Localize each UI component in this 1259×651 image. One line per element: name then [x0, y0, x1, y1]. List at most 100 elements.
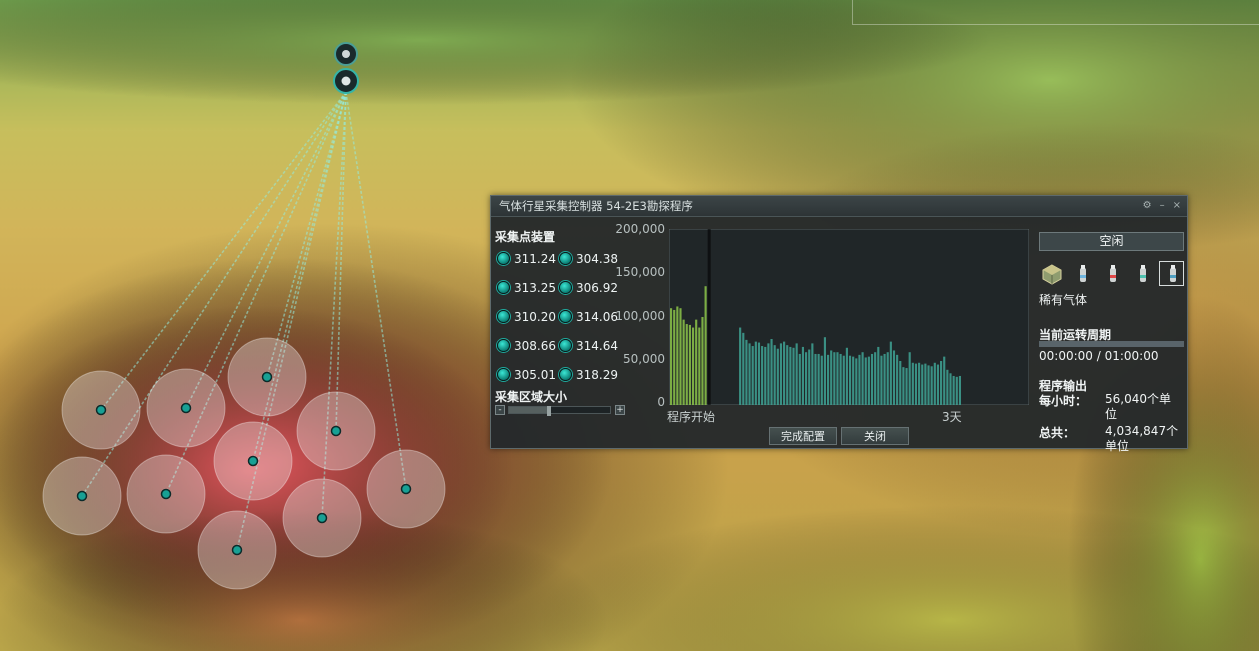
- extractor-head-node[interactable]: [231, 544, 243, 556]
- chart-bar: [798, 353, 801, 405]
- head-node-icon[interactable]: [497, 368, 510, 381]
- resource-icons: [1039, 261, 1184, 286]
- chart-bar: [698, 327, 701, 405]
- extractor-head-node[interactable]: [160, 488, 172, 500]
- chart-bar: [889, 341, 892, 405]
- gas-canister-2-icon[interactable]: [1099, 261, 1124, 286]
- extractor-head-item[interactable]: 310.20: [497, 310, 559, 324]
- chart-bar: [673, 309, 676, 405]
- gas-canister-4-icon[interactable]: [1159, 261, 1184, 286]
- chart-bar: [933, 362, 936, 405]
- area-minus-button[interactable]: -: [495, 405, 505, 415]
- chart-bar: [867, 356, 870, 405]
- chart-bar: [670, 308, 673, 405]
- y-tick-label: 50,000: [623, 352, 665, 366]
- chart-bar: [870, 353, 874, 405]
- head-value: 304.38: [576, 251, 618, 266]
- close-button[interactable]: 关闭: [841, 427, 909, 445]
- extractor-head-node[interactable]: [76, 490, 88, 502]
- head-node-icon[interactable]: [497, 281, 510, 294]
- chart-bar: [789, 346, 792, 405]
- head-node-icon[interactable]: [559, 310, 572, 323]
- chart-bar: [779, 343, 783, 405]
- area-slider-handle[interactable]: [547, 406, 552, 416]
- chart-bar: [688, 324, 691, 405]
- head-node-icon[interactable]: [559, 339, 572, 352]
- total-value: 4,034,847个单位: [1105, 424, 1179, 453]
- head-node-icon[interactable]: [559, 281, 572, 294]
- extractor-head-item[interactable]: 313.25: [497, 281, 559, 295]
- chart-bar: [921, 364, 924, 405]
- head-value: 318.29: [576, 367, 618, 382]
- yield-chart-plot[interactable]: [669, 229, 1029, 405]
- chart-bar: [685, 324, 688, 405]
- extractor-head-item[interactable]: 308.66: [497, 339, 559, 353]
- chart-bar: [845, 347, 848, 405]
- confirm-config-button[interactable]: 完成配置: [769, 427, 837, 445]
- status-indicator[interactable]: 空闲: [1039, 232, 1184, 251]
- settings-icon[interactable]: ⚙: [1143, 196, 1152, 216]
- extractor-head-node[interactable]: [180, 402, 192, 414]
- head-node-icon[interactable]: [559, 368, 572, 381]
- chart-bar: [757, 342, 761, 405]
- extractor-head-item[interactable]: 306.92: [559, 281, 621, 295]
- chart-bar: [676, 306, 679, 405]
- chart-bar: [786, 345, 789, 405]
- area-slider-fill: [509, 407, 550, 413]
- extractor-head-item[interactable]: 311.24: [497, 252, 559, 266]
- extractor-head-item[interactable]: 314.64: [559, 339, 621, 353]
- chart-bar: [826, 354, 830, 405]
- extractor-head-node[interactable]: [330, 425, 342, 437]
- chart-bar: [855, 358, 858, 405]
- head-row: 311.24 304.38: [497, 244, 621, 273]
- head-row: 313.25 306.92: [497, 273, 621, 302]
- window-titlebar[interactable]: 气体行星采集控制器 54-2E3勘探程序 ⚙ – ×: [491, 196, 1187, 217]
- chart-bar: [814, 353, 817, 405]
- extractor-head-node[interactable]: [400, 483, 412, 495]
- frame-corner-line: [852, 0, 1259, 25]
- extractor-head-item[interactable]: 305.01: [497, 368, 559, 382]
- extractor-head-node[interactable]: [95, 404, 107, 416]
- close-icon[interactable]: ×: [1173, 196, 1181, 216]
- chart-bar: [783, 341, 786, 405]
- head-node-icon[interactable]: [497, 252, 510, 265]
- chart-bar: [742, 332, 745, 405]
- gas-canister-3-icon[interactable]: [1129, 261, 1154, 286]
- total-label: 总共：: [1039, 426, 1076, 440]
- chart-bar: [908, 352, 911, 405]
- minimize-icon[interactable]: –: [1160, 196, 1165, 216]
- head-node-icon[interactable]: [559, 252, 572, 265]
- launchpad-icon-glyph: [342, 50, 350, 58]
- resource-cube-icon[interactable]: [1039, 261, 1064, 286]
- chart-bar: [701, 317, 704, 405]
- per-hour-value: 56,040个单位: [1105, 392, 1171, 421]
- head-node-icon[interactable]: [497, 339, 510, 352]
- chart-bar: [946, 369, 949, 405]
- chart-bar: [852, 356, 855, 405]
- chart-bar: [764, 346, 767, 405]
- extractor-head-item[interactable]: 318.29: [559, 368, 621, 382]
- gas-canister-1-icon[interactable]: [1069, 261, 1094, 286]
- chart-bar: [927, 365, 930, 405]
- chart-current-marker: [707, 229, 711, 405]
- head-node-icon[interactable]: [497, 310, 510, 323]
- chart-bar: [936, 364, 940, 405]
- chart-bar: [767, 343, 770, 405]
- extraction-beam: [266, 91, 347, 378]
- extractor-head-node[interactable]: [316, 512, 328, 524]
- y-tick-label: 100,000: [615, 309, 665, 323]
- extractor-control-window[interactable]: 气体行星采集控制器 54-2E3勘探程序 ⚙ – × 采集点装置 311.24 3…: [490, 195, 1188, 453]
- extractor-head-node[interactable]: [247, 455, 259, 467]
- chart-bar: [801, 346, 805, 405]
- area-slider-track[interactable]: [508, 406, 611, 416]
- cycle-progress-bar: [1039, 341, 1184, 347]
- chart-bar: [864, 357, 867, 405]
- chart-bar: [918, 362, 921, 405]
- extractor-head-item[interactable]: 304.38: [559, 252, 621, 266]
- chart-bar: [880, 355, 883, 405]
- chart-bar: [761, 346, 764, 405]
- y-tick-label: 150,000: [615, 265, 665, 279]
- chart-bar: [770, 339, 773, 405]
- extractor-head-node[interactable]: [261, 371, 273, 383]
- chart-bar: [748, 343, 751, 405]
